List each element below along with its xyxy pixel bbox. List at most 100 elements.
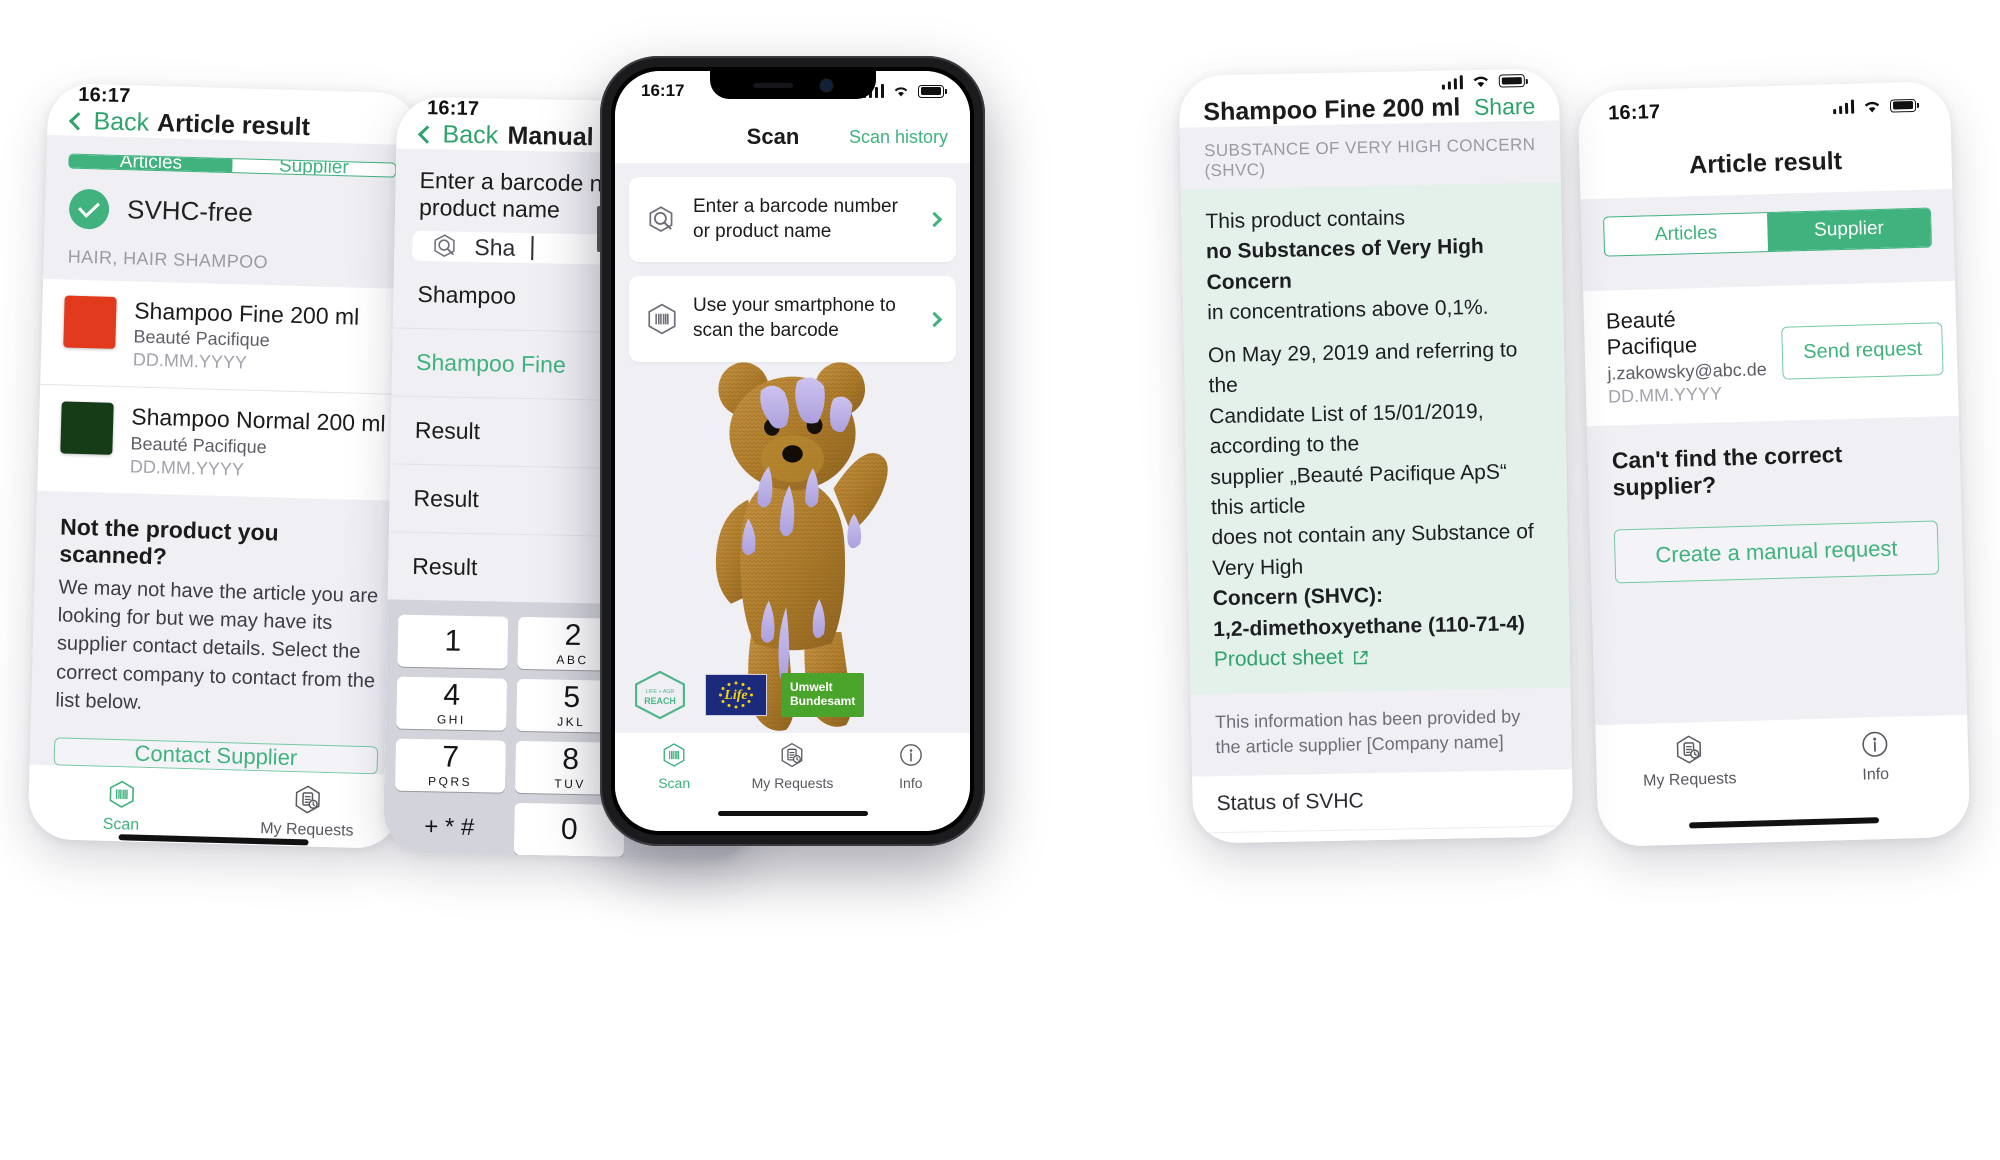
notice-line: On May 29, 2019 and referring to the — [1207, 338, 1518, 398]
speaker-grille — [753, 82, 793, 88]
article-name: Shampoo Fine 200 ml — [133, 297, 360, 330]
tab-bar[interactable]: Scan My Requests — [27, 764, 402, 842]
tab-info[interactable]: Info — [852, 742, 970, 811]
battery-icon — [1889, 98, 1917, 113]
hex-search-icon — [434, 234, 455, 258]
article-date: DD.MM.YYYY — [129, 456, 245, 480]
tab-supplier[interactable]: Supplier — [1766, 208, 1931, 252]
notfound-heading: Not the product you scanned? — [59, 513, 280, 570]
key-num: 1 — [444, 624, 462, 658]
signal-icon — [1832, 99, 1855, 115]
back-button[interactable]: Back — [68, 107, 150, 138]
key-num: 4 — [443, 678, 461, 712]
home-indicator — [615, 811, 970, 831]
notice-line: Candidate List of 15/01/2019, according … — [1208, 399, 1484, 459]
article-date: DD.MM.YYYY — [132, 349, 248, 373]
substance-name: 1,2-dimethoxyethane (110-71-4) — [1213, 611, 1526, 641]
status-time: 16:17 — [426, 97, 480, 121]
key-7[interactable]: 7 PQRS — [394, 738, 506, 793]
tab-bar[interactable]: My Requests Info — [1595, 714, 1970, 826]
tab-bar[interactable]: Scan My Requests Info — [615, 733, 970, 811]
phone-article-detail: 16:17 Shampoo Fine 200 ml Share SUBSTANC… — [1178, 68, 1574, 844]
supplier-disclaimer: This information has been provided by th… — [1214, 705, 1521, 757]
logo-line2: Bundesamt — [790, 694, 856, 708]
chevron-left-icon — [68, 112, 88, 131]
key-letters: ABC — [556, 652, 589, 668]
wifi-icon — [894, 86, 908, 96]
tab-my-requests[interactable]: My Requests — [214, 781, 401, 841]
list-item[interactable]: Shampoo Fine 200 ml Beauté Pacifique DD.… — [40, 279, 415, 395]
notice-line: supplier „Beauté Pacifique ApS“ this art… — [1210, 459, 1508, 520]
svg-text:REACH: REACH — [644, 696, 675, 706]
share-button[interactable]: Share — [1474, 93, 1536, 121]
life-askreach-logo: LIFE + AGR REACH — [629, 669, 691, 721]
page-title: Scan — [746, 124, 800, 149]
chevron-right-icon — [926, 211, 943, 228]
signal-icon — [364, 96, 386, 111]
key-1[interactable]: 1 — [397, 614, 509, 669]
chevron-right-icon — [926, 311, 943, 327]
phone-article-result: 16:17 Back Article result Articles Suppl… — [27, 82, 421, 850]
back-label: Back — [442, 120, 499, 150]
tab-label: Scan — [658, 775, 691, 791]
check-circle-icon — [68, 188, 110, 230]
barcode-hex-icon — [663, 743, 685, 767]
tab-my-requests[interactable]: My Requests — [1596, 732, 1784, 825]
barcode-hex-icon — [109, 780, 135, 808]
scan-body: Enter a barcode number or product name U… — [615, 163, 970, 733]
device-notch — [709, 71, 876, 99]
notice-line-bold: no Substances of Very High Concern — [1205, 235, 1484, 295]
key-letters: JKL — [557, 714, 586, 730]
battery-icon — [1498, 74, 1525, 88]
article-thumbnail — [63, 295, 117, 349]
battery-icon — [918, 84, 947, 98]
tab-label: Info — [899, 775, 923, 791]
list-item[interactable]: Shampoo Normal 200 ml Beauté Pacifique D… — [37, 384, 413, 501]
back-button[interactable]: Back — [417, 120, 499, 150]
svhc-section-label: SUBSTANCE OF VERY HIGH CONCERN (SHVC) — [1203, 134, 1536, 181]
product-sheet-link[interactable]: Product sheet — [1214, 646, 1344, 671]
tab-info[interactable]: Info — [1781, 727, 1969, 820]
umweltbundesamt-logo: Umwelt Bundesamt — [781, 673, 865, 717]
tab-articles[interactable]: Articles — [1604, 213, 1768, 256]
tab-label: Info — [1862, 765, 1890, 784]
tab-label: My Requests — [1642, 770, 1737, 790]
front-camera-icon — [821, 79, 832, 91]
send-request-button[interactable]: Send request — [1781, 322, 1944, 380]
scan-history-link[interactable]: Scan history — [849, 127, 948, 148]
phone-scan-home: 16:17 Scan Scan history Enter a barcode … — [597, 56, 985, 846]
hex-search-icon — [649, 205, 673, 232]
supplier-row[interactable]: Beauté Pacifique j.zakowsky@abc.de DD.MM… — [1583, 280, 1959, 427]
article-thumbnail — [60, 401, 114, 456]
manual-entry-card[interactable]: Enter a barcode number or product name — [629, 177, 956, 263]
partner-logos: LIFE + AGR REACH Life Umwelt Bundesamt — [629, 669, 865, 721]
info-circle-icon — [899, 744, 922, 766]
status-time: 16:17 — [78, 83, 131, 108]
back-label: Back — [93, 107, 150, 137]
search-value: Sha — [474, 233, 516, 261]
key-letters: PQRS — [428, 774, 473, 790]
signal-icon — [1441, 74, 1463, 90]
tab-scan[interactable]: Scan — [615, 742, 733, 811]
tab-scan[interactable]: Scan — [28, 776, 215, 836]
supplier-name: Beauté Pacifique — [1605, 306, 1698, 360]
create-manual-request-button[interactable]: Create a manual request — [1613, 520, 1940, 584]
wifi-icon — [1864, 101, 1880, 112]
svhc-notice: This product contains no Substances of V… — [1180, 182, 1571, 695]
external-link-icon — [1354, 650, 1369, 665]
requests-doc-icon — [295, 785, 320, 814]
key-letters: TUV — [554, 776, 587, 792]
screenshot-stage: 16:17 Article result Articles Supplier B… — [0, 0, 2000, 1160]
key-4[interactable]: 4 GHI — [396, 676, 508, 731]
key-num: 0 — [560, 812, 578, 847]
requests-doc-icon — [782, 742, 803, 768]
key-num: 7 — [441, 740, 460, 774]
text-caret — [531, 236, 534, 261]
tab-label: Scan — [102, 815, 140, 834]
key-letters: GHI — [436, 712, 466, 727]
key-symbols[interactable]: + * # — [394, 801, 505, 855]
camera-scan-card[interactable]: Use your smartphone to scan the barcode — [629, 276, 956, 362]
barcode-hex-icon — [648, 303, 676, 335]
page-title: Shampoo Fine 200 ml — [1203, 93, 1461, 127]
tab-my-requests[interactable]: My Requests — [733, 742, 851, 811]
